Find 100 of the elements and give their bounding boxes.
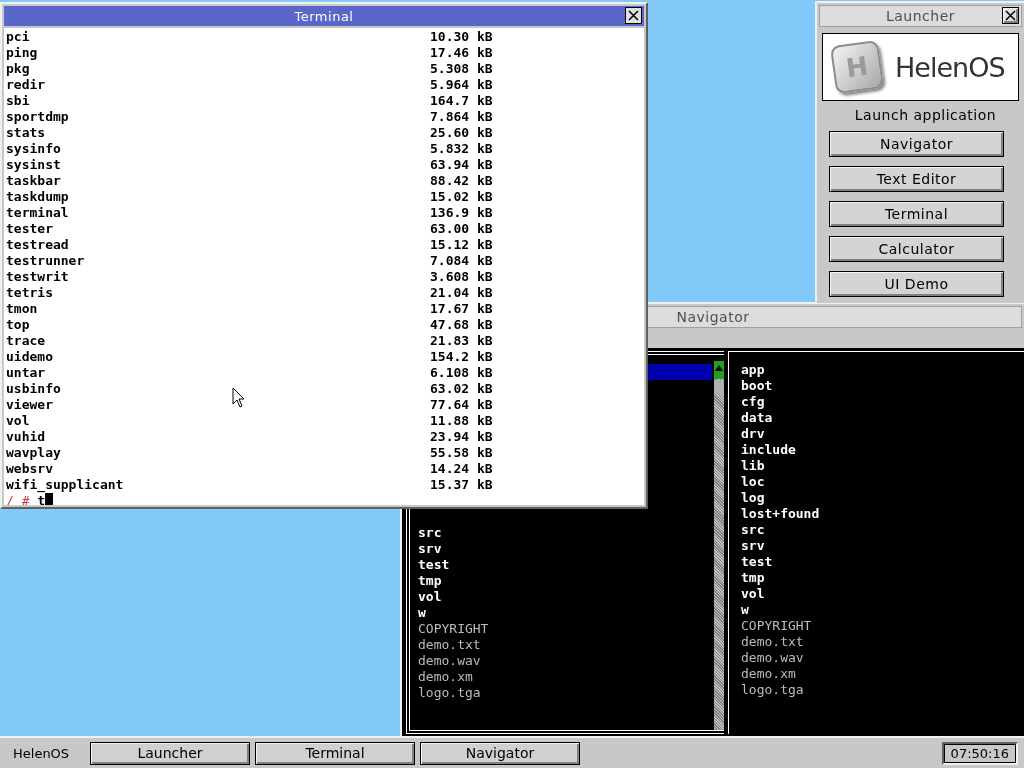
file-size: 5.832 kB xyxy=(430,141,493,157)
file-name: tmon xyxy=(6,301,38,317)
file-size: 5.964 kB xyxy=(430,77,493,93)
file-entry[interactable]: COPYRIGHT xyxy=(741,618,812,634)
file-size: 17.46 kB xyxy=(430,45,493,61)
folder-entry[interactable]: src xyxy=(741,522,765,538)
file-size: 15.37 kB xyxy=(430,477,493,493)
folder-entry[interactable]: w xyxy=(418,605,426,621)
file-size: 154.2 kB xyxy=(430,349,493,365)
close-button[interactable] xyxy=(1002,7,1019,24)
folder-entry[interactable]: lost+found xyxy=(741,506,820,522)
logo-wordmark: HelenOS xyxy=(895,51,1005,83)
file-name: taskdump xyxy=(6,189,69,205)
file-name: sbi xyxy=(6,93,30,109)
file-size: 14.24 kB xyxy=(430,461,493,477)
file-size: 21.04 kB xyxy=(430,285,493,301)
folder-entry[interactable]: data xyxy=(741,410,773,426)
app-button[interactable]: Terminal xyxy=(829,201,1004,227)
folder-entry[interactable]: loc xyxy=(741,474,765,490)
file-entry[interactable]: COPYRIGHT xyxy=(418,621,489,637)
task-button[interactable]: Launcher xyxy=(90,741,250,765)
task-button[interactable]: Navigator xyxy=(420,741,580,765)
file-name: testwrit xyxy=(6,269,69,285)
file-name: tester xyxy=(6,221,53,237)
folder-entry[interactable]: include xyxy=(741,442,796,458)
folder-entry[interactable]: tmp xyxy=(741,570,765,586)
folder-entry[interactable]: vol xyxy=(741,586,765,602)
file-entry[interactable]: demo.xm xyxy=(418,669,473,685)
folder-entry[interactable]: boot xyxy=(741,378,773,394)
file-name: redir xyxy=(6,77,46,93)
file-entry[interactable]: demo.txt xyxy=(741,634,804,650)
file-size: 55.58 kB xyxy=(430,445,493,461)
file-size: 25.60 kB xyxy=(430,125,493,141)
folder-entry[interactable]: src xyxy=(418,525,442,541)
app-button[interactable]: Text Editor xyxy=(829,166,1004,192)
file-name: sysinst xyxy=(6,157,61,173)
start-label: HelenOS xyxy=(13,745,71,761)
folder-entry[interactable]: drv xyxy=(741,426,765,442)
file-entry[interactable]: demo.xm xyxy=(741,666,796,682)
text-cursor xyxy=(45,493,54,505)
file-size: 3.608 kB xyxy=(430,269,493,285)
file-name: stats xyxy=(6,125,46,141)
scroll-thumb[interactable] xyxy=(714,380,724,394)
file-name: vol xyxy=(6,413,30,429)
launch-heading: Launch application xyxy=(853,107,998,123)
folder-entry[interactable]: w xyxy=(741,602,749,618)
folder-entry[interactable]: tmp xyxy=(418,573,442,589)
window-title: Navigator xyxy=(676,309,750,325)
file-name: viewer xyxy=(6,397,53,413)
file-size: 6.108 kB xyxy=(430,365,493,381)
file-name: websrv xyxy=(6,461,53,477)
file-name: usbinfo xyxy=(6,381,61,397)
file-size: 17.67 kB xyxy=(430,301,493,317)
file-size: 63.94 kB xyxy=(430,157,493,173)
file-entry[interactable]: logo.tga xyxy=(741,682,804,698)
file-name: vuhid xyxy=(6,429,46,445)
file-name: pkg xyxy=(6,61,30,77)
file-name: top xyxy=(6,317,30,333)
file-name: pci xyxy=(6,29,30,45)
file-size: 164.7 kB xyxy=(430,93,493,109)
close-button[interactable] xyxy=(625,7,642,24)
folder-entry[interactable]: vol xyxy=(418,589,442,605)
folder-entry[interactable]: cfg xyxy=(741,394,765,410)
folder-entry[interactable]: app xyxy=(741,362,765,378)
file-name: uidemo xyxy=(6,349,53,365)
file-name: untar xyxy=(6,365,46,381)
file-entry[interactable]: demo.wav xyxy=(418,653,481,669)
file-entry[interactable]: logo.tga xyxy=(418,685,481,701)
file-size: 88.42 kB xyxy=(430,173,493,189)
scrollbar[interactable] xyxy=(714,361,724,730)
folder-entry[interactable]: srv xyxy=(418,541,442,557)
app-button[interactable]: Navigator xyxy=(829,131,1004,157)
app-button[interactable]: UI Demo xyxy=(829,271,1004,297)
file-size: 63.02 kB xyxy=(430,381,493,397)
clock: 07:50:16 xyxy=(941,741,1018,765)
file-name: ping xyxy=(6,45,38,61)
mouse-cursor-icon xyxy=(232,387,246,409)
up-arrow-icon xyxy=(714,363,724,373)
folder-entry[interactable]: lib xyxy=(741,458,765,474)
command-input[interactable]: t xyxy=(37,493,46,505)
logo-icon: H xyxy=(829,39,885,95)
window-title: Launcher xyxy=(885,8,956,24)
folder-entry[interactable]: test xyxy=(418,557,450,573)
file-size: 21.83 kB xyxy=(430,333,493,349)
file-name: testread xyxy=(6,237,69,253)
app-button[interactable]: Calculator xyxy=(829,236,1004,262)
task-button[interactable]: Terminal xyxy=(255,741,415,765)
file-size: 63.00 kB xyxy=(430,221,493,237)
folder-entry[interactable]: srv xyxy=(741,538,765,554)
scroll-up-button[interactable] xyxy=(714,361,724,379)
folder-entry[interactable]: test xyxy=(741,554,773,570)
folder-entry[interactable]: log xyxy=(741,490,765,506)
file-name: sysinfo xyxy=(6,141,61,157)
file-entry[interactable]: demo.txt xyxy=(418,637,481,653)
file-size: 7.864 kB xyxy=(430,109,493,125)
file-size: 136.9 kB xyxy=(430,205,493,221)
file-entry[interactable]: demo.wav xyxy=(741,650,804,666)
file-name: sportdmp xyxy=(6,109,69,125)
file-size: 5.308 kB xyxy=(430,61,493,77)
file-size: 47.68 kB xyxy=(430,317,493,333)
